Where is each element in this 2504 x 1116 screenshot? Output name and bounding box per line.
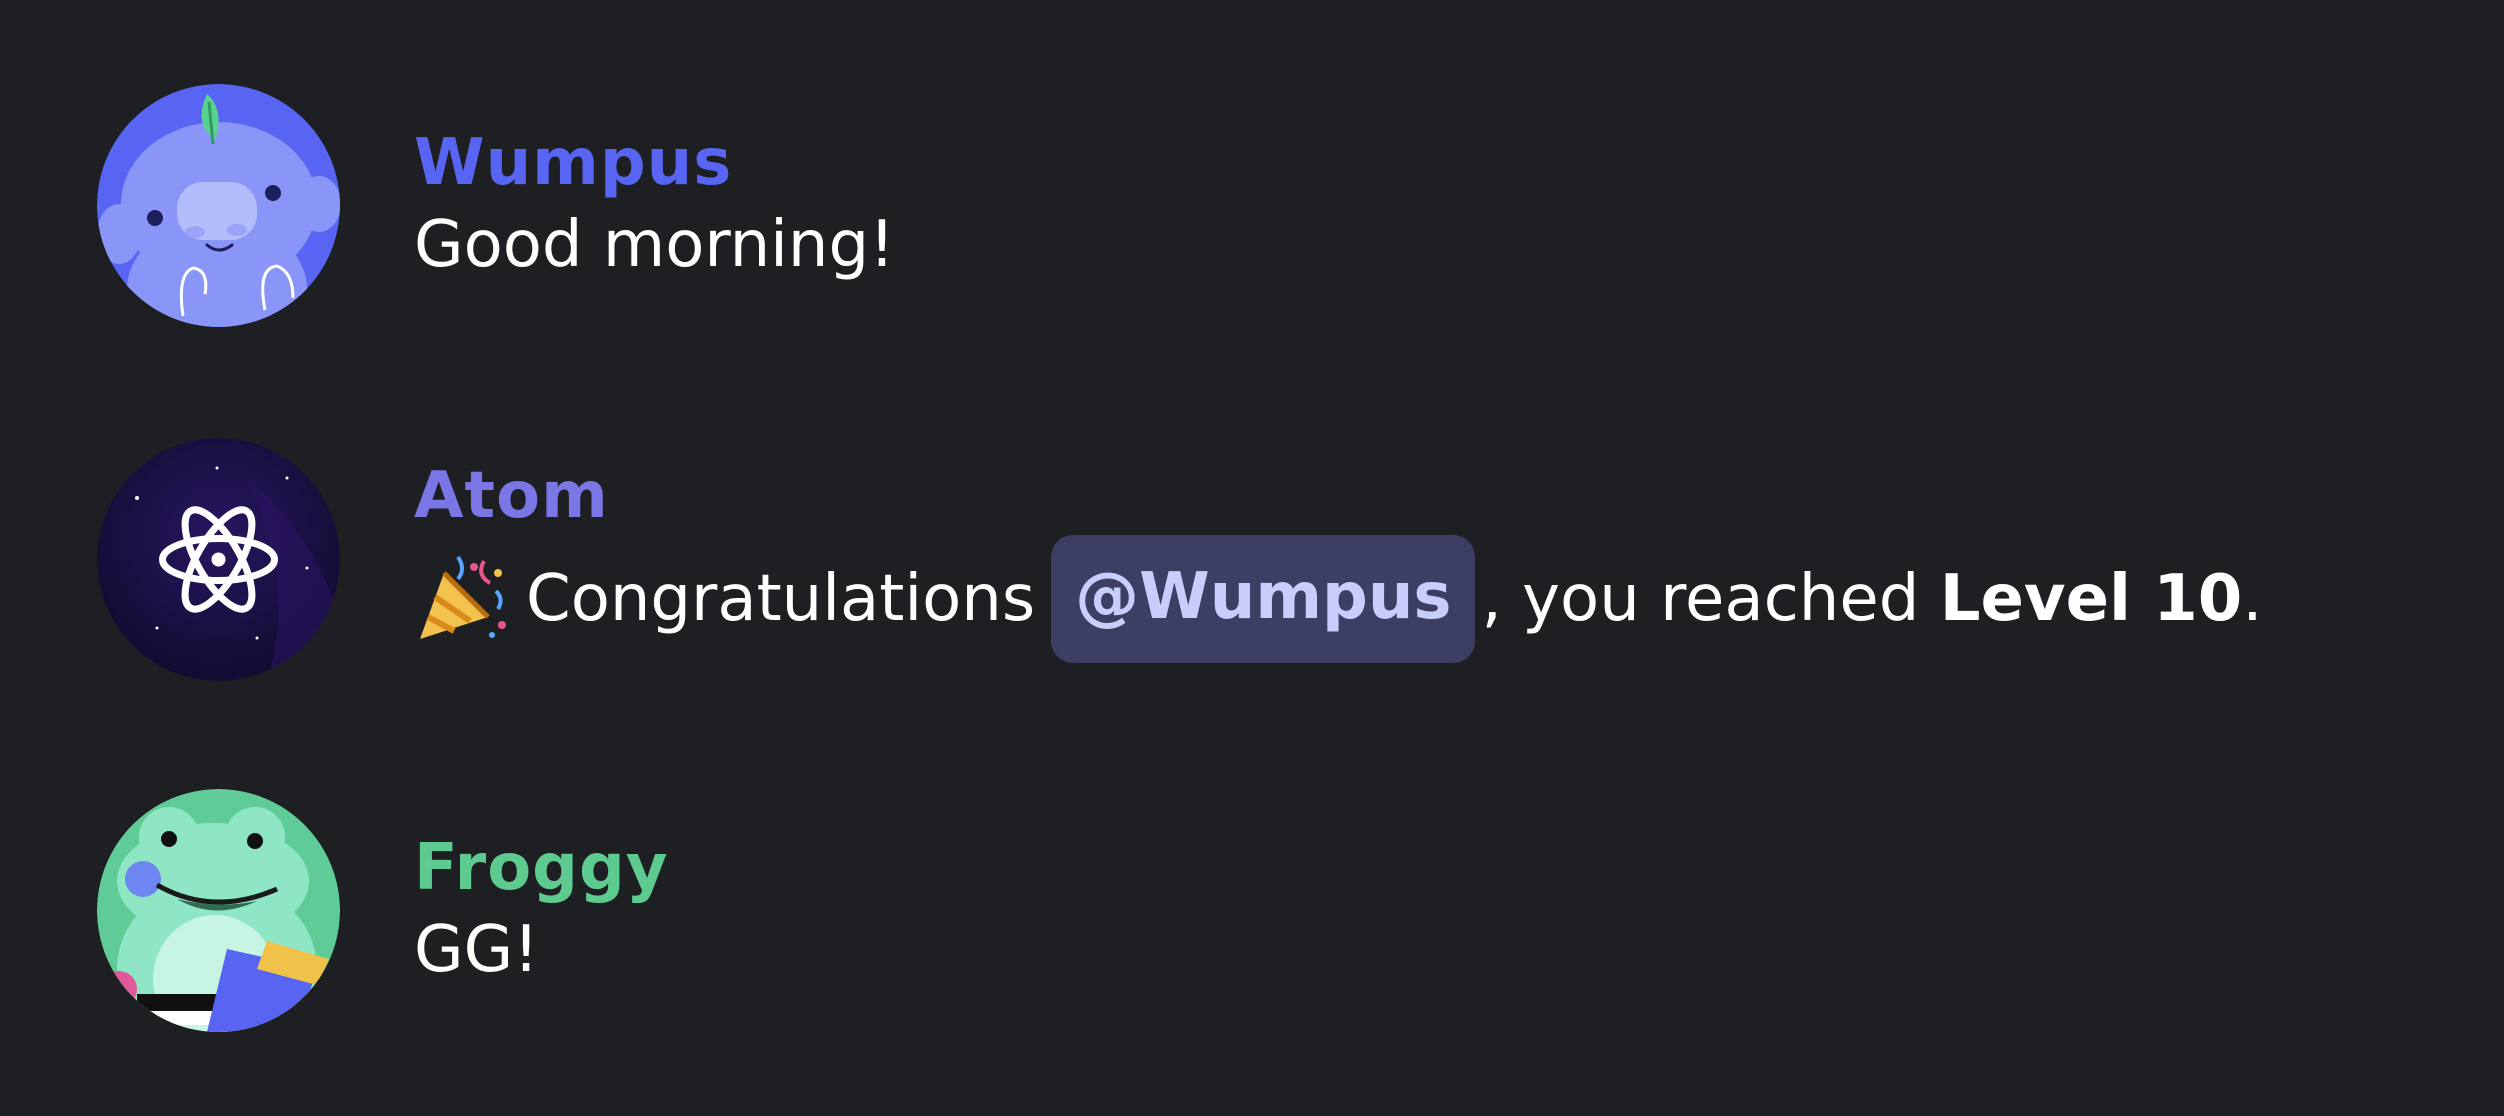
message-text: Congratulations @Wumpus , you reached Le… xyxy=(414,534,2263,663)
wumpus-avatar[interactable] xyxy=(97,84,340,327)
user-mention[interactable]: @Wumpus xyxy=(1051,534,1476,663)
froggy-avatar-icon xyxy=(97,789,340,1032)
username[interactable]: Atom xyxy=(414,457,2263,535)
message-text: Good morning! xyxy=(414,207,895,282)
party-popper-icon xyxy=(414,551,510,647)
message-wumpus: Wumpus Good morning! xyxy=(97,84,895,327)
message-atom: Atom Congratulations @Wumpus , you reach… xyxy=(97,438,2263,681)
atom-avatar-icon xyxy=(97,438,340,681)
wumpus-avatar-icon xyxy=(97,84,340,327)
froggy-avatar[interactable] xyxy=(97,789,340,1032)
text-congratulations: Congratulations xyxy=(526,561,1036,636)
message-text: GG! xyxy=(414,912,539,987)
message-content: Froggy GG! xyxy=(414,829,669,993)
text-reached: , you reached xyxy=(1481,561,1940,636)
message-froggy: Froggy GG! xyxy=(97,789,669,1032)
username[interactable]: Wumpus xyxy=(414,124,895,202)
message-content: Atom Congratulations @Wumpus , you reach… xyxy=(414,457,2263,663)
username[interactable]: Froggy xyxy=(414,829,669,907)
level-text: Level 10 xyxy=(1939,561,2243,636)
text-period: . xyxy=(2242,561,2263,636)
atom-avatar[interactable] xyxy=(97,438,340,681)
message-content: Wumpus Good morning! xyxy=(414,124,895,288)
